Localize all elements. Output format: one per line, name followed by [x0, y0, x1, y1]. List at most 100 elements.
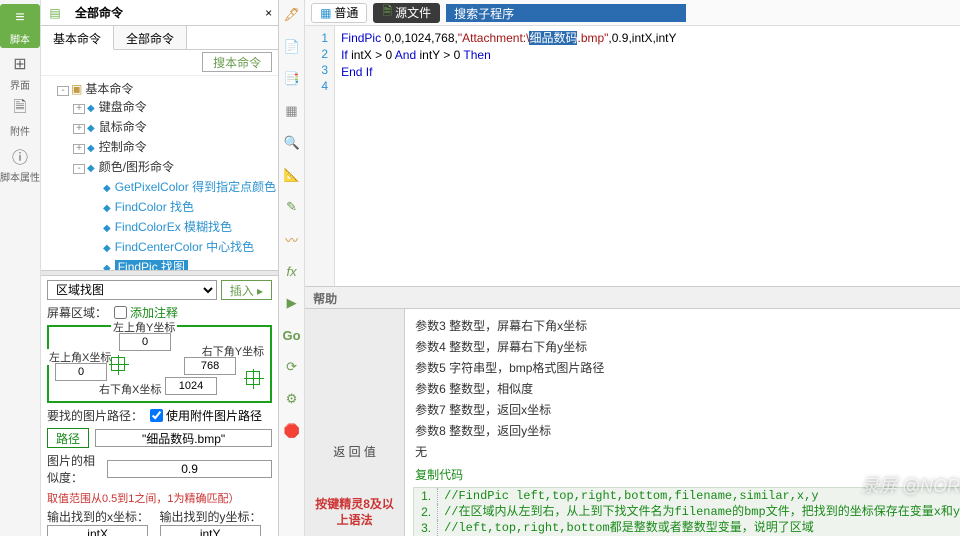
nav-ui[interactable]: ⊞界面: [0, 50, 40, 94]
tool-icon[interactable]: 〰: [283, 230, 301, 248]
tool-icon[interactable]: 📑: [283, 70, 301, 88]
attach-icon: 🗎: [9, 99, 31, 121]
node-icon: ◆: [87, 143, 95, 154]
tool-icon[interactable]: ▦: [283, 102, 301, 120]
use-attach-checkbox[interactable]: [150, 409, 163, 422]
insert-button[interactable]: 插入 ▸: [221, 280, 272, 300]
expand-icon[interactable]: -: [57, 86, 69, 96]
screen-label: 屏幕区域：: [47, 304, 107, 321]
help-tab[interactable]: 帮助: [305, 287, 960, 309]
tl-x-input[interactable]: [55, 363, 107, 381]
tool-icon[interactable]: ⟳: [283, 358, 301, 376]
add-comment-checkbox[interactable]: [114, 306, 127, 319]
search-commands-button[interactable]: 搜本命令: [202, 52, 272, 72]
tool-icon[interactable]: 📄: [283, 38, 301, 56]
command-tree[interactable]: -▣基本命令 +◆键盘命令 +◆鼠标命令 +◆控制命令 -◆颜色/图形命令 ◆G…: [41, 76, 278, 270]
crosshair-icon[interactable]: [246, 371, 260, 385]
help-left: 返 回 值 按键精灵8及以上语法: [305, 309, 405, 536]
outy-input[interactable]: [160, 525, 261, 536]
param-panel: 区域找图 插入 ▸ 屏幕区域： 添加注释 左上角Y坐标 左上角X坐标 右下角Y坐…: [41, 276, 278, 536]
subroutine-search[interactable]: 搜索子程序: [446, 4, 686, 22]
use-attach-label: 使用附件图片路径: [166, 407, 262, 424]
view-source-button[interactable]: 🗎源文件: [373, 3, 440, 23]
outy-label: 输出找到的y坐标：: [160, 508, 269, 525]
right-panel: 🖋 📄 📑 ▦ 🔍 📐 ✎ 〰 fx ▶ Go ⟳ ⚙ 🛑 ▦普通 🗎源文件 搜…: [279, 0, 960, 536]
code-editor[interactable]: 1234 FindPic 0,0,1024,768,"Attachment:\细…: [305, 26, 960, 286]
syntax-version-label: 按键精灵8及以上语法: [311, 496, 398, 528]
copy-code-link[interactable]: 复制代码: [405, 462, 960, 487]
node-icon: ◆: [103, 223, 111, 234]
close-icon[interactable]: ×: [265, 6, 272, 20]
nav-props[interactable]: ⓘ脚本属性: [0, 142, 40, 186]
ui-icon: ⊞: [9, 53, 31, 75]
tree-folder-color[interactable]: 颜色/图形命令: [99, 160, 174, 174]
path-input[interactable]: [95, 429, 272, 447]
mode-select[interactable]: 区域找图: [47, 280, 217, 300]
tool-icon[interactable]: 🛑: [283, 422, 301, 440]
view-normal-button[interactable]: ▦普通: [311, 3, 367, 23]
nav-script[interactable]: ≡脚本: [0, 4, 40, 48]
expand-icon[interactable]: -: [73, 164, 85, 174]
tree-folder-keyboard[interactable]: 键盘命令: [99, 100, 147, 114]
tree-leaf-findcolorex[interactable]: FindColorEx 模糊找色: [115, 220, 232, 234]
br-y-input[interactable]: [184, 357, 236, 375]
br-x-input[interactable]: [165, 377, 217, 395]
help-param: 参数6 整数型，相似度: [405, 378, 960, 399]
tool-icon[interactable]: ▶: [283, 294, 301, 312]
command-tabs: 基本命令 全部命令: [41, 26, 278, 50]
code-area: ▦普通 🗎源文件 搜索子程序 1234 FindPic 0,0,1024,768…: [305, 0, 960, 286]
expand-icon[interactable]: +: [73, 144, 85, 154]
help-panel: 帮助 返 回 值 按键精灵8及以上语法 参数3 整数型，屏幕右下角x坐标 参数4…: [305, 286, 960, 536]
help-param: 参数8 整数型，返回y坐标: [405, 420, 960, 441]
node-icon: ◆: [87, 103, 95, 114]
tool-icon[interactable]: Go: [283, 326, 301, 344]
code-header: ▦普通 🗎源文件 搜索子程序: [305, 0, 960, 26]
tab-basic-commands[interactable]: 基本命令: [41, 26, 114, 50]
node-icon: ◆: [87, 163, 95, 174]
sim-label: 图片的相似度：: [47, 452, 103, 486]
tool-icon[interactable]: ⚙: [283, 390, 301, 408]
node-icon: ◆: [103, 263, 111, 270]
sim-input[interactable]: [107, 460, 272, 478]
tool-icon[interactable]: ✎: [283, 198, 301, 216]
tree-root[interactable]: 基本命令: [85, 82, 133, 96]
tree-leaf-findpic[interactable]: FindPic 找图: [115, 260, 188, 270]
panel-title: 全部命令: [69, 4, 129, 21]
path-button[interactable]: 路径: [47, 428, 89, 448]
return-none: 无: [405, 441, 960, 462]
expand-icon[interactable]: +: [73, 124, 85, 134]
tool-icon[interactable]: 📐: [283, 166, 301, 184]
crosshair-icon[interactable]: [111, 357, 125, 371]
help-param: 参数4 整数型，屏幕右下角y坐标: [405, 336, 960, 357]
example-code: 1.//FindPic left,top,right,bottom,filena…: [413, 487, 960, 536]
code-body[interactable]: FindPic 0,0,1024,768,"Attachment:\细品数码.b…: [335, 26, 960, 286]
tool-icon[interactable]: 🔍: [283, 134, 301, 152]
tool-icon[interactable]: 🖋: [283, 6, 301, 24]
br-x-label: 右下角X坐标: [97, 381, 163, 397]
help-param: 参数3 整数型，屏幕右下角x坐标: [405, 315, 960, 336]
node-icon: ◆: [87, 123, 95, 134]
panel-icon: ▤: [45, 3, 65, 23]
tree-leaf-findcentercolor[interactable]: FindCenterColor 中心找色: [115, 240, 254, 254]
left-nav: ≡脚本 ⊞界面 🗎附件 ⓘ脚本属性: [0, 0, 41, 536]
tree-leaf-getpixelcolor[interactable]: GetPixelColor 得到指定点颜色: [115, 180, 276, 194]
tl-y-input[interactable]: [119, 333, 171, 351]
tree-folder-mouse[interactable]: 鼠标命令: [99, 120, 147, 134]
line-gutter: 1234: [305, 26, 335, 286]
sim-note: 取值范围从0.5到1之间，1为精确匹配）: [47, 490, 272, 506]
info-icon: ⓘ: [9, 145, 31, 167]
tab-all-commands[interactable]: 全部命令: [114, 26, 187, 49]
help-content[interactable]: 参数3 整数型，屏幕右下角x坐标 参数4 整数型，屏幕右下角y坐标 参数5 字符…: [405, 309, 960, 536]
tool-icon[interactable]: fx: [283, 262, 301, 280]
node-icon: ◆: [103, 203, 111, 214]
outx-input[interactable]: [47, 525, 148, 536]
node-icon: ◆: [103, 243, 111, 254]
outx-label: 输出找到的x坐标：: [47, 508, 156, 525]
panel-header: ▤ 全部命令 ×: [41, 0, 278, 26]
vertical-toolbar: 🖋 📄 📑 ▦ 🔍 📐 ✎ 〰 fx ▶ Go ⟳ ⚙ 🛑: [279, 0, 305, 536]
command-panel: ▤ 全部命令 × 基本命令 全部命令 搜本命令 -▣基本命令 +◆键盘命令 +◆…: [41, 0, 279, 536]
tree-leaf-findcolor[interactable]: FindColor 找色: [115, 200, 194, 214]
nav-attach[interactable]: 🗎附件: [0, 96, 40, 140]
tree-folder-control[interactable]: 控制命令: [99, 140, 147, 154]
expand-icon[interactable]: +: [73, 104, 85, 114]
